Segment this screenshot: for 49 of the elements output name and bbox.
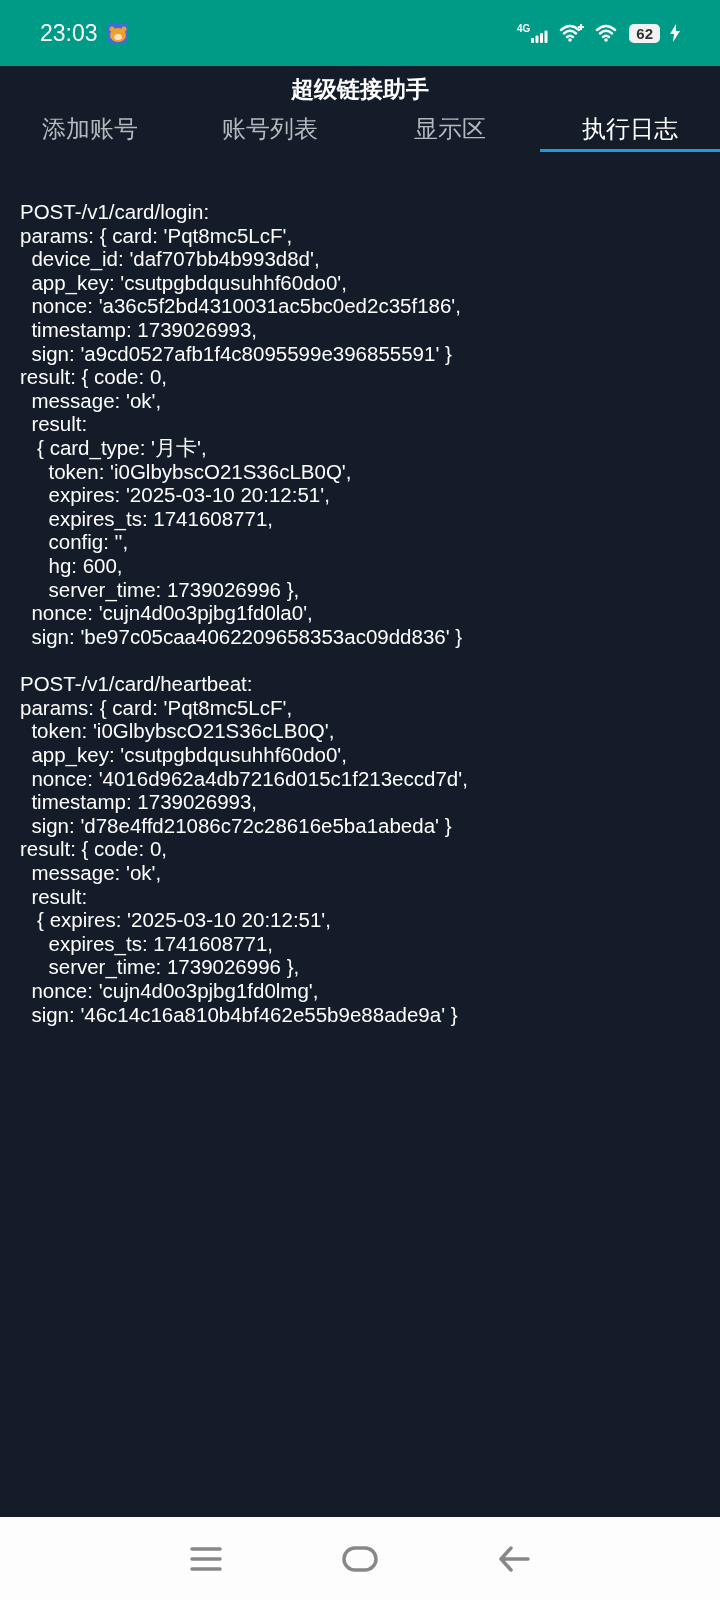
tab[interactable]: 执行日志 [540,111,720,152]
log-line: expires_ts: 1741608771, [47,931,273,956]
log-line: server_time: 1739026996 }, [47,955,300,979]
log-line: result: [30,884,88,909]
hamster-app-icon [107,23,128,43]
home-icon[interactable] [342,1545,378,1572]
log-line: expires_ts: 1741608771, [47,506,273,531]
log-line: sign: 'a9cd0527afb1f4c8095599e396855591' } [30,341,452,366]
log-line: POST-/v1/card/login: [20,200,210,224]
battery-level: 62 [629,23,660,43]
log-line: params: { card: 'Pqt8mc5LcF', [20,223,293,248]
log-line: POST-/v1/card/heartbeat: [20,672,253,696]
log-line: app_key: 'csutpgbdqusuhhf60do0', [30,743,347,767]
log-line: result: { code: 0, [20,365,167,389]
log-line: result: [30,412,88,436]
log-line: params: { card: 'Pqt8mc5LcF', [20,695,293,720]
log-line: nonce: 'a36c5f2bd4310031ac5bc0ed2c35f186', [30,294,461,318]
log-line: token: 'i0GlbybscO21S36cLB0Q', [30,719,335,744]
menu-icon[interactable] [190,1545,222,1572]
tab[interactable]: 账号列表 [180,111,360,152]
log-line: sign: 'd78e4ffd21086c72c28616e5ba1abeda' } [30,813,452,838]
log-line: timestamp: 1739026993, [30,317,258,342]
log-line: message: 'ok', [30,388,162,413]
log-line: result: { code: 0, [20,837,167,862]
signal-icon [531,29,550,43]
log-line: sign: '46c14c16a810b4bf462e55b9e88ade9a' } [30,1002,458,1027]
log-line: sign: 'be97c05caa4062209658353ac09dd836' } [30,624,463,649]
back-icon[interactable] [498,1544,530,1573]
log-line: device_id: 'daf707bb4b993d8d', [30,247,320,271]
log-line: server_time: 1739026996 }, [47,577,300,602]
clock-time: 23:03 [40,19,98,47]
log-line: { card_type: '月卡', [36,435,207,460]
log-line: nonce: '4016d962a4db7216d015c1f213eccd7d', [30,766,468,791]
log-line: expires: '2025-03-10 20:12:51', [47,483,330,507]
log-line: app_key: 'csutpgbdqusuhhf60do0', [30,270,347,295]
tab[interactable]: 添加账号 [0,111,180,152]
log-line: timestamp: 1739026993, [30,790,258,814]
app-title: 超级链接助手 [290,75,430,104]
wifi-icon [559,23,586,43]
log-line: { expires: '2025-03-10 20:12:51', [36,908,331,932]
tab[interactable]: 显示区 [360,111,540,152]
network-type: 4G [516,23,531,34]
charging-icon [670,24,680,42]
log-line: hg: 600, [47,553,123,578]
log-line: config: '', [47,530,129,554]
log-line: nonce: 'cujn4d0o3pjbg1fd0la0', [30,601,313,625]
log-line: nonce: 'cujn4d0o3pjbg1fd0lmg', [30,979,319,1003]
log-line: token: 'i0GlbybscO21S36cLB0Q', [47,459,352,484]
log-line: message: 'ok', [30,861,162,885]
